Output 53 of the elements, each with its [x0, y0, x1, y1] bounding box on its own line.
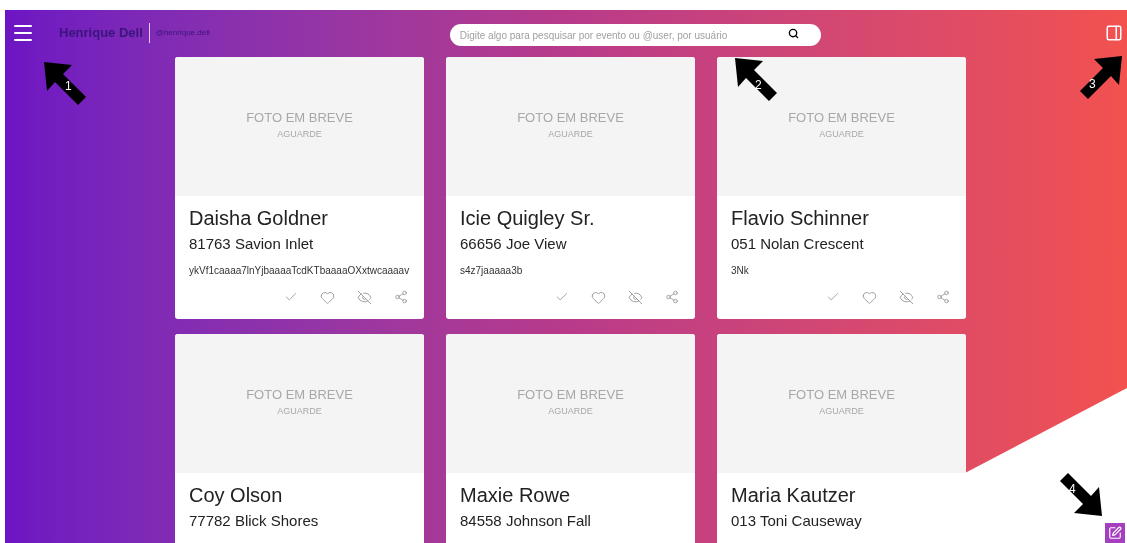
annotation-number: 1 — [65, 78, 72, 95]
heart-icon[interactable] — [320, 290, 335, 305]
eye-off-icon[interactable] — [357, 290, 372, 305]
card-address: 66656 Joe View — [460, 234, 568, 254]
card-name: Icie Quigley Sr. — [460, 206, 596, 231]
photo-title: FOTO EM BREVE — [517, 111, 624, 125]
card-code: s4z7jaaaaa3b — [460, 264, 524, 278]
photo-title: FOTO EM BREVE — [246, 388, 353, 402]
photo-title: FOTO EM BREVE — [788, 388, 895, 402]
edit-icon — [1108, 526, 1122, 540]
photo-title: FOTO EM BREVE — [246, 111, 353, 125]
photo-note: AGUARDE — [277, 128, 322, 142]
user-handle: @henrique.dell — [155, 26, 210, 39]
eye-off-icon[interactable] — [899, 290, 914, 305]
photo-note: AGUARDE — [548, 405, 593, 419]
card-address: 81763 Savion Inlet — [189, 234, 315, 254]
check-icon[interactable] — [284, 290, 298, 304]
card-name: Coy Olson — [189, 483, 284, 508]
user-name: Henrique Dell — [59, 23, 143, 42]
annotation-number: 3 — [1089, 76, 1096, 93]
share-icon[interactable] — [394, 290, 408, 304]
eye-off-icon[interactable] — [628, 290, 643, 305]
photo-title: FOTO EM BREVE — [517, 388, 624, 402]
card-name: Flavio Schinner — [731, 206, 870, 231]
search-field[interactable]: Digite algo para pesquisar por evento ou @user, por usuário — [449, 24, 821, 46]
photo-note: AGUARDE — [548, 128, 593, 142]
photo-note: AGUARDE — [819, 405, 864, 419]
card-code: 3Nk — [731, 264, 750, 278]
annotation-number: 4 — [1069, 481, 1076, 498]
card-address: 051 Nolan Crescent — [731, 234, 865, 254]
card-code: ykVf1caaaa7lnYjbaaaaTcdKTbaaaaOXxtwcaaaav — [189, 264, 410, 278]
search-icon[interactable] — [787, 27, 799, 39]
edit-button[interactable] — [1105, 523, 1125, 543]
annotation-arrow — [42, 60, 88, 106]
card-address: 77782 Blick Shores — [189, 511, 320, 531]
share-icon[interactable] — [936, 290, 950, 304]
card-address: 013 Toni Causeway — [731, 511, 863, 531]
annotation-arrow — [1058, 472, 1104, 518]
annotation-arrow — [1078, 54, 1124, 100]
annotation-number: 2 — [755, 77, 762, 94]
heart-icon[interactable] — [591, 290, 606, 305]
photo-note: AGUARDE — [819, 128, 864, 142]
check-icon[interactable] — [555, 290, 569, 304]
card-name: Maxie Rowe — [460, 483, 572, 508]
heart-icon[interactable] — [862, 290, 877, 305]
card-name: Maria Kautzer — [731, 483, 857, 508]
share-icon[interactable] — [665, 290, 679, 304]
photo-note: AGUARDE — [277, 405, 322, 419]
photo-title: FOTO EM BREVE — [788, 111, 895, 125]
card-name: Daisha Goldner — [189, 206, 329, 231]
check-icon[interactable] — [826, 290, 840, 304]
annotation-arrow — [733, 56, 779, 102]
card-address: 84558 Johnson Fall — [460, 511, 592, 531]
